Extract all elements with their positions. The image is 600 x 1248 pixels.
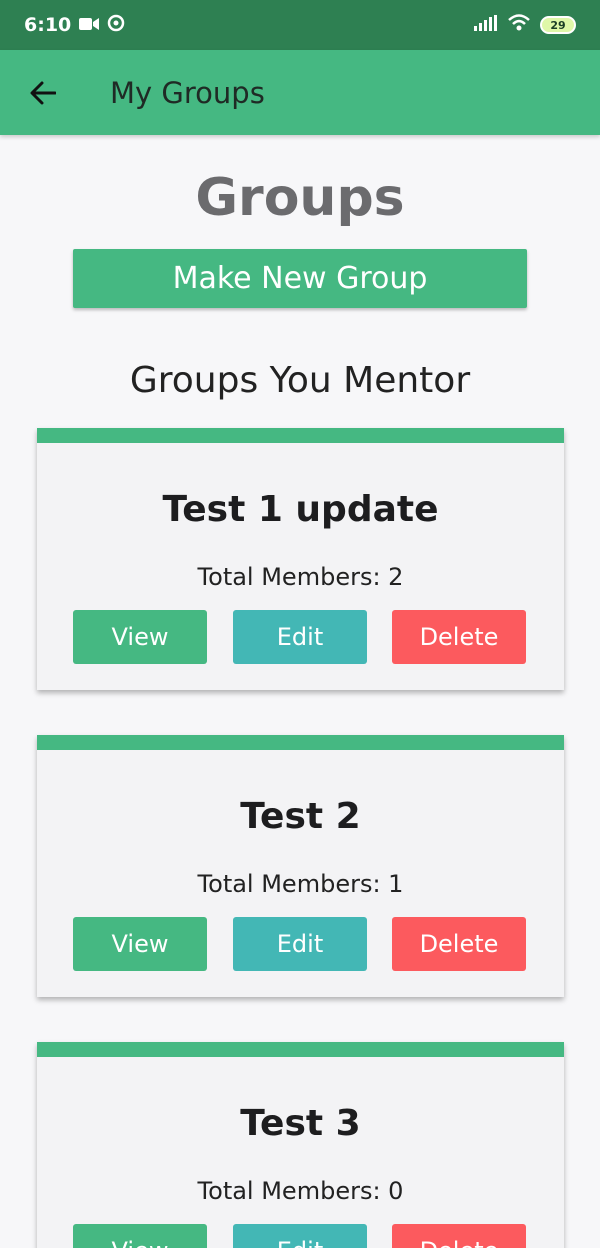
group-name: Test 1 update: [162, 489, 439, 530]
group-card: Test 3 Total Members: 0 View Edit Delete: [37, 1042, 564, 1248]
group-members: Total Members: 0: [197, 1177, 404, 1205]
group-name: Test 2: [240, 796, 361, 837]
sync-icon: [107, 14, 125, 37]
signal-icon: [474, 14, 498, 36]
edit-button[interactable]: Edit: [233, 917, 367, 971]
group-members: Total Members: 1: [197, 870, 404, 898]
group-members: Total Members: 2: [197, 563, 404, 591]
delete-button[interactable]: Delete: [392, 610, 526, 664]
video-camera-icon: [79, 14, 100, 36]
make-new-group-button[interactable]: Make New Group: [73, 249, 527, 308]
battery-icon: 29: [540, 16, 576, 34]
view-button[interactable]: View: [73, 1224, 207, 1248]
section-heading: Groups You Mentor: [129, 360, 471, 401]
delete-button[interactable]: Delete: [392, 917, 526, 971]
group-card: Test 1 update Total Members: 2 View Edit…: [37, 428, 564, 690]
status-bar: 6:10 29: [0, 0, 600, 50]
back-button[interactable]: [0, 50, 85, 135]
wifi-icon: [508, 14, 530, 36]
clock: 6:10: [24, 14, 72, 36]
arrow-left-icon: [30, 81, 56, 104]
app-bar-title: My Groups: [110, 75, 265, 110]
delete-button[interactable]: Delete: [392, 1224, 526, 1248]
group-name: Test 3: [240, 1103, 361, 1144]
view-button[interactable]: View: [73, 610, 207, 664]
view-button[interactable]: View: [73, 917, 207, 971]
page-title: Groups: [195, 168, 405, 228]
group-card: Test 2 Total Members: 1 View Edit Delete: [37, 735, 564, 997]
edit-button[interactable]: Edit: [233, 610, 367, 664]
edit-button[interactable]: Edit: [233, 1224, 367, 1248]
app-bar: My Groups: [0, 50, 600, 135]
